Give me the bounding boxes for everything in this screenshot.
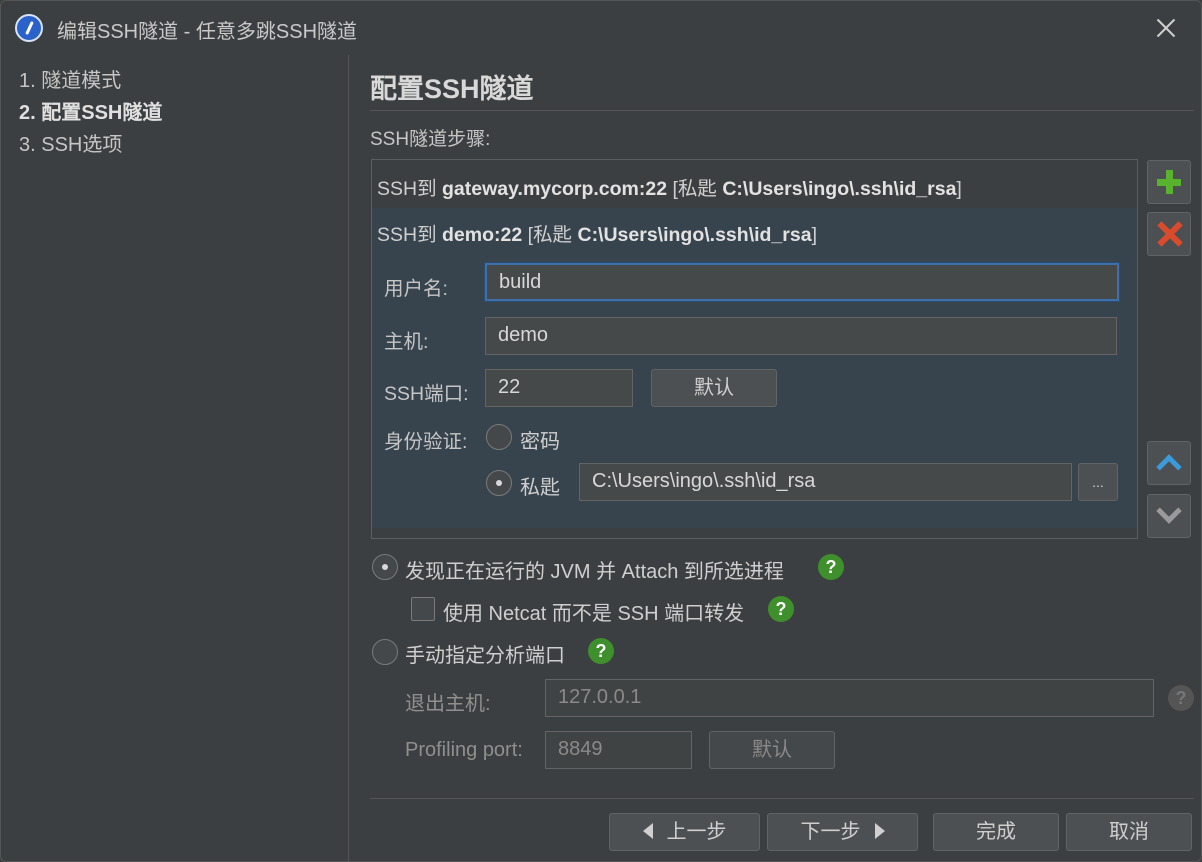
sidebar-step-tunnel-mode[interactable]: 1. 隧道模式	[19, 64, 121, 93]
tunnel-step-text: SSH到 gateway.mycorp.com:22 [私匙 C:\Users\…	[377, 178, 962, 200]
next-button-label: 下一步	[800, 821, 861, 843]
profiling-port-default-button[interactable]: 默认	[709, 731, 835, 769]
auth-key-label: 私匙	[520, 477, 560, 499]
use-netcat-checkbox[interactable]	[411, 597, 435, 621]
close-icon[interactable]	[1151, 13, 1181, 43]
tunnel-steps-label: SSH隧道步骤:	[370, 129, 491, 150]
finish-button[interactable]: 完成	[933, 813, 1059, 851]
ssh-port-default-button[interactable]: 默认	[651, 369, 777, 407]
manual-port-help-icon[interactable]: ?	[588, 638, 614, 664]
tunnel-step-row-selected[interactable]: SSH到 demo:22 [私匙 C:\Users\ingo\.ssh\id_r…	[372, 208, 1137, 528]
host-label: 主机:	[384, 331, 429, 353]
use-netcat-label: 使用 Netcat 而不是 SSH 端口转发	[443, 603, 745, 625]
remove-step-button[interactable]	[1147, 212, 1191, 256]
username-label: 用户名:	[384, 278, 448, 300]
auth-label: 身份验证:	[384, 431, 468, 453]
discover-jvm-label: 发现正在运行的 JVM 并 Attach 到所选进程	[405, 561, 784, 583]
tunnel-steps-list: SSH到 gateway.mycorp.com:22 [私匙 C:\Users\…	[371, 159, 1138, 539]
move-down-button[interactable]	[1147, 494, 1191, 538]
window-title: 编辑SSH隧道 - 任意多跳SSH隧道	[57, 21, 358, 43]
sidebar-step-configure-ssh[interactable]: 2. 配置SSH隧道	[19, 96, 162, 125]
auth-key-radio[interactable]	[486, 470, 512, 496]
sidebar-divider	[348, 55, 349, 861]
heading-divider	[370, 110, 1194, 111]
plus-icon-bar	[1166, 170, 1173, 194]
manual-port-label: 手动指定分析端口	[405, 645, 565, 667]
manual-port-radio[interactable]	[372, 639, 398, 665]
discover-jvm-help-icon[interactable]: ?	[818, 554, 844, 580]
ssh-port-field[interactable]: 22	[485, 369, 633, 407]
tunnel-step-row[interactable]: SSH到 gateway.mycorp.com:22 [私匙 C:\Users\…	[372, 160, 1137, 208]
auth-password-label: 密码	[520, 431, 560, 453]
use-netcat-help-icon[interactable]: ?	[768, 596, 794, 622]
browse-key-button[interactable]: ...	[1078, 463, 1118, 501]
auth-password-radio[interactable]	[486, 424, 512, 450]
exit-host-help-icon[interactable]: ?	[1168, 685, 1194, 711]
page-title: 配置SSH隧道	[370, 74, 534, 104]
back-button[interactable]: 上一步	[609, 813, 760, 851]
chevron-up-icon	[1156, 454, 1182, 480]
next-button[interactable]: 下一步	[767, 813, 918, 851]
move-up-button[interactable]	[1147, 441, 1191, 485]
discover-jvm-radio[interactable]	[372, 554, 398, 580]
wizard-steps-sidebar: 1. 隧道模式 2. 配置SSH隧道 3. SSH选项	[1, 55, 348, 861]
profiling-port-field[interactable]: 8849	[545, 731, 692, 769]
exit-host-label: 退出主机:	[405, 693, 491, 715]
footer-divider	[370, 798, 1194, 799]
cancel-button[interactable]: 取消	[1066, 813, 1192, 851]
key-path-field[interactable]: C:\Users\ingo\.ssh\id_rsa	[579, 463, 1072, 501]
username-field[interactable]: build	[485, 263, 1119, 301]
arrow-left-icon	[642, 823, 653, 839]
tunnel-step-text: SSH到 demo:22 [私匙 C:\Users\ingo\.ssh\id_r…	[377, 224, 817, 246]
profiling-port-label: Profiling port:	[405, 739, 523, 761]
arrow-right-icon	[874, 823, 885, 839]
dialog-window: 编辑SSH隧道 - 任意多跳SSH隧道 1. 隧道模式 2. 配置SSH隧道 3…	[0, 0, 1202, 862]
chevron-down-icon	[1156, 498, 1182, 524]
sidebar-step-ssh-options[interactable]: 3. SSH选项	[19, 128, 122, 157]
ssh-port-label: SSH端口:	[384, 383, 469, 405]
host-field[interactable]: demo	[485, 317, 1117, 355]
app-logo-icon	[15, 14, 43, 42]
exit-host-field[interactable]: 127.0.0.1	[545, 679, 1154, 717]
title-bar: 编辑SSH隧道 - 任意多跳SSH隧道	[1, 1, 1201, 55]
back-button-label: 上一步	[666, 821, 727, 843]
add-step-button[interactable]	[1147, 160, 1191, 204]
